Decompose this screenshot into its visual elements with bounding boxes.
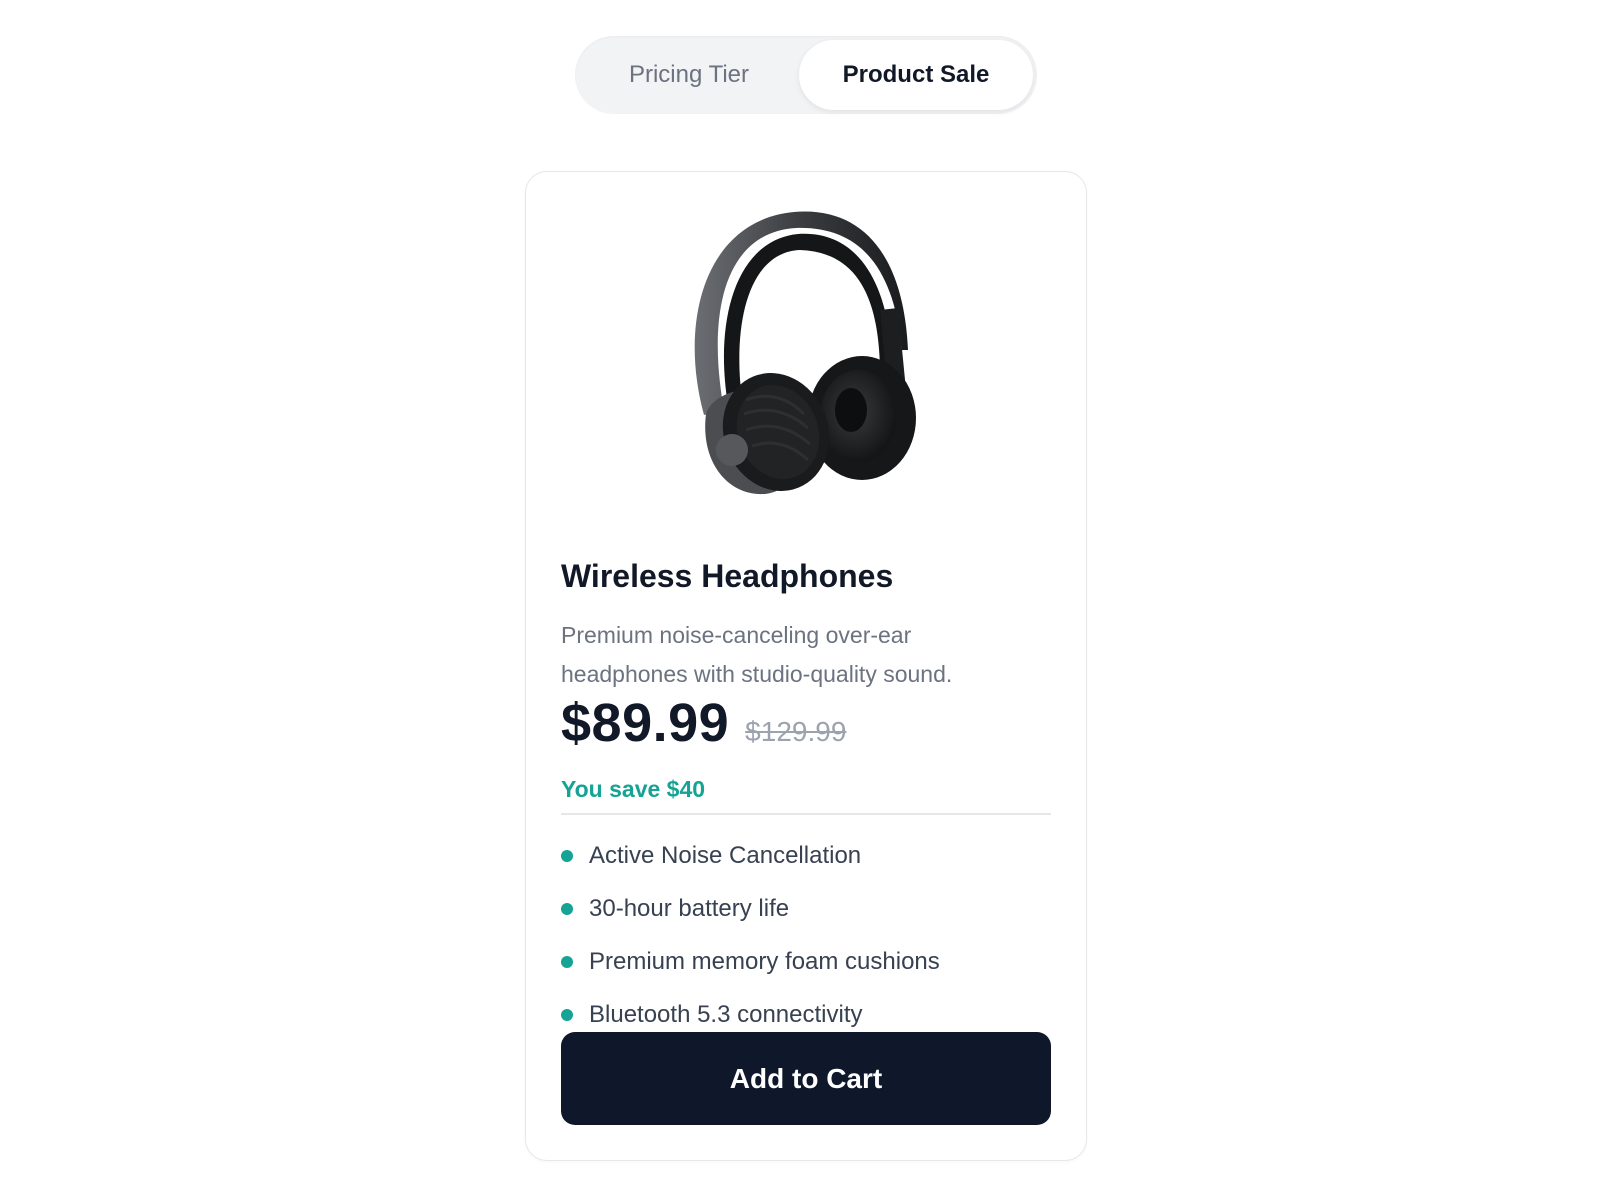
bullet-dot-icon xyxy=(561,955,573,968)
divider xyxy=(561,813,1051,815)
sale-price: $89.99 xyxy=(561,693,730,753)
feature-text: Active Noise Cancellation xyxy=(589,841,862,869)
feature-list: Active Noise Cancellation 30-hour batter… xyxy=(561,829,940,1041)
page: Pricing Tier Product Sale Wireless Headp… xyxy=(0,0,1600,1200)
feature-text: Premium memory foam cushions xyxy=(589,947,940,975)
feature-text: Bluetooth 5.3 connectivity xyxy=(589,1000,863,1028)
feature-item: 30-hour battery life xyxy=(561,882,940,935)
product-card: Wireless Headphones Premium noise-cancel… xyxy=(525,171,1087,1161)
tab-pricing-tier[interactable]: Pricing Tier xyxy=(579,40,799,110)
add-to-cart-button[interactable]: Add to Cart xyxy=(561,1032,1051,1125)
bullet-dot-icon xyxy=(561,1008,573,1021)
original-price: $129.99 xyxy=(745,716,847,747)
product-description: Premium noise-canceling over-ear headpho… xyxy=(561,622,953,687)
feature-text: 30-hour battery life xyxy=(589,894,790,922)
bullet-dot-icon xyxy=(561,902,573,915)
product-title: Wireless Headphones xyxy=(561,558,894,594)
feature-item: Premium memory foam cushions xyxy=(561,935,940,988)
tab-product-sale[interactable]: Product Sale xyxy=(799,40,1033,110)
headphones-image xyxy=(694,211,916,495)
pricing-mode-toggle: Pricing Tier Product Sale xyxy=(575,36,1037,114)
savings-label: You save $40 xyxy=(561,776,706,802)
feature-item: Active Noise Cancellation xyxy=(561,829,940,882)
bullet-dot-icon xyxy=(561,849,573,862)
price-row: $89.99 $129.99 xyxy=(561,692,846,754)
